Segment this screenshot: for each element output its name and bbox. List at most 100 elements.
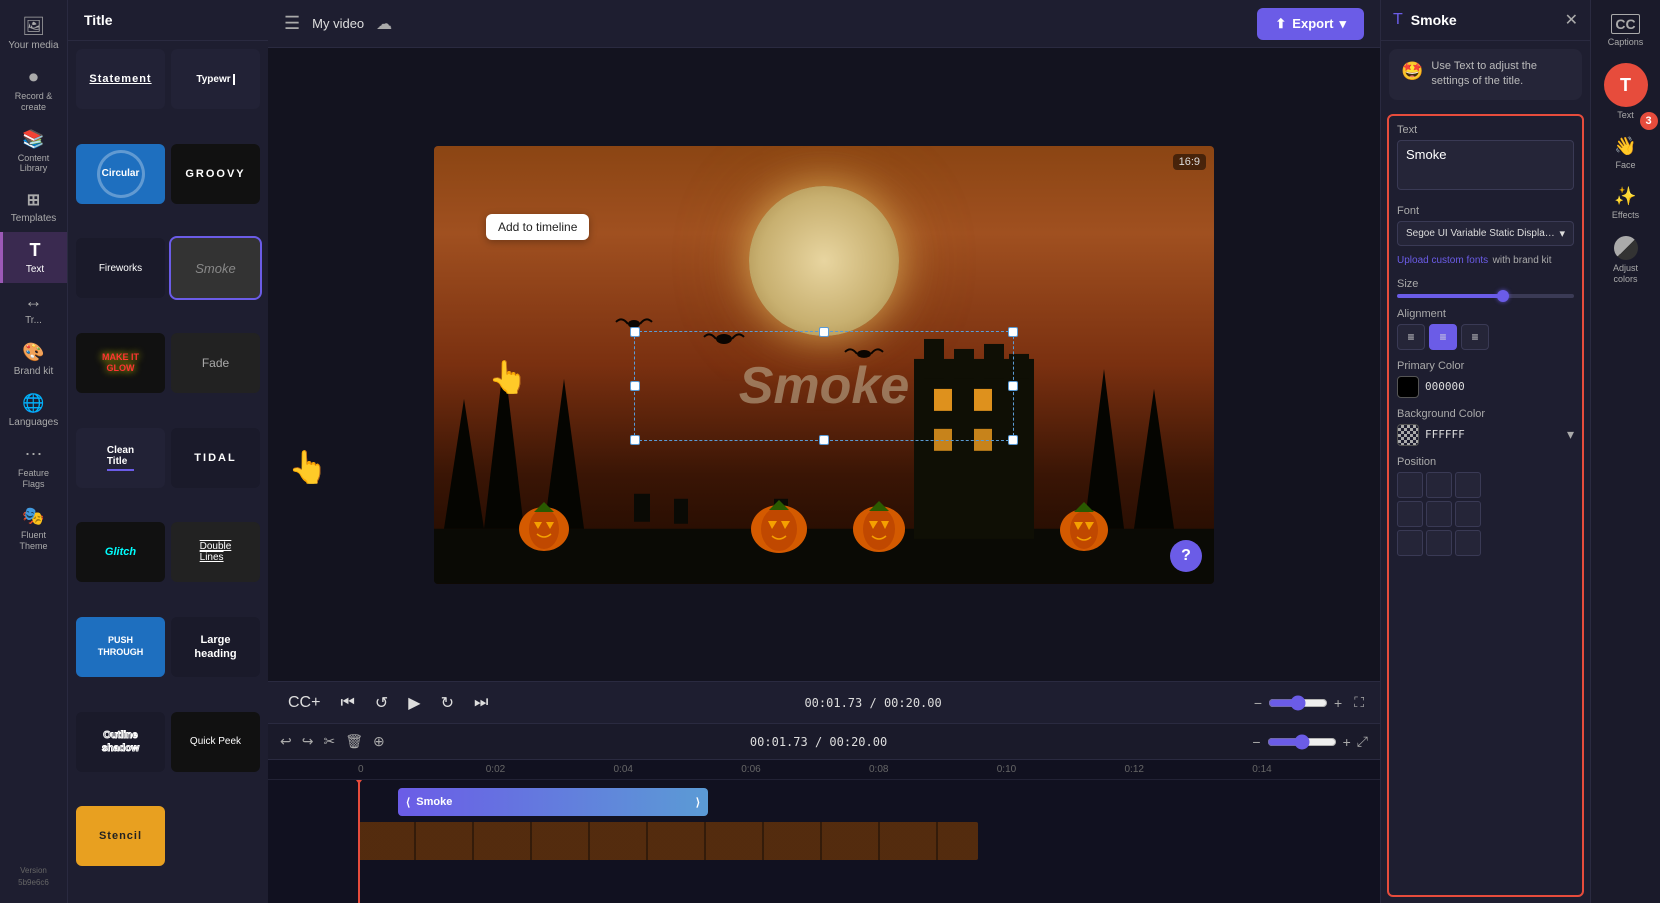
- timeline-toolbar: ↩ ↪ ✂ 🗑 ⊕ 00:01.73 / 00:20.00 − + ⤢: [268, 724, 1380, 760]
- sidebar-item-fluent-theme[interactable]: 🎭 FluentTheme: [0, 498, 67, 560]
- face-label: Face: [1615, 160, 1635, 170]
- bg-color-swatch[interactable]: [1397, 424, 1419, 446]
- record-create-icon: ⏺: [29, 67, 38, 88]
- timeline-zoom-slider[interactable]: [1267, 734, 1337, 750]
- upload-fonts-link[interactable]: Upload custom fonts: [1397, 255, 1488, 266]
- text-input[interactable]: Smoke: [1397, 140, 1574, 190]
- title-card-pushthrough[interactable]: PUSHTHROUGH: [76, 617, 165, 677]
- fast-forward-button[interactable]: ↻: [437, 689, 458, 717]
- cloud-save-icon[interactable]: ☁: [376, 14, 392, 34]
- title-card-makeitglow[interactable]: MAKE ITGLOW: [76, 333, 165, 393]
- sidebar-item-brand-kit[interactable]: 🎨 Brand kit: [0, 334, 67, 385]
- zoom-in-button[interactable]: +: [1334, 695, 1342, 711]
- sidebar-item-templates[interactable]: ⊞ Templates: [0, 182, 67, 232]
- ri-adjust-colors[interactable]: Adjustcolors: [1598, 230, 1654, 291]
- export-button[interactable]: ⬆ Export ▾: [1257, 8, 1364, 40]
- video-canvas[interactable]: Smoke 16:9 Add to timeline ?: [434, 146, 1214, 584]
- selection-handle-ml[interactable]: [630, 381, 640, 391]
- captions-label: Captions: [1608, 37, 1644, 47]
- pos-bot-center[interactable]: [1426, 530, 1452, 556]
- sidebar-item-record-create[interactable]: ⏺ Record & create: [0, 59, 67, 121]
- prop-title-text: Smoke: [1411, 12, 1457, 28]
- selection-handle-mr[interactable]: [1008, 381, 1018, 391]
- ri-captions[interactable]: CC Captions: [1598, 8, 1654, 53]
- play-pause-button[interactable]: ▶: [404, 689, 424, 717]
- zoom-out-button[interactable]: −: [1254, 695, 1262, 711]
- title-card-tidal[interactable]: TIDAL: [171, 428, 260, 488]
- title-card-smoke[interactable]: Smoke: [171, 238, 260, 298]
- undo-button[interactable]: ↩: [280, 733, 292, 750]
- sidebar-item-transitions[interactable]: ↔ Tr...: [0, 283, 67, 334]
- title-card-fade[interactable]: Fade: [171, 333, 260, 393]
- bg-color-expand[interactable]: ▾: [1567, 426, 1574, 443]
- align-right-button[interactable]: ≡: [1461, 324, 1489, 350]
- title-card-typewriter[interactable]: Typewr: [171, 49, 260, 109]
- font-selector[interactable]: Segoe UI Variable Static Display Semibol…: [1397, 221, 1574, 246]
- project-name[interactable]: My video: [312, 16, 364, 31]
- title-card-outlineshadow[interactable]: Outlineshadow: [76, 712, 165, 772]
- sidebar-item-text[interactable]: T Text: [0, 232, 67, 283]
- selection-handle-tl[interactable]: [630, 327, 640, 337]
- title-card-fireworks[interactable]: Fireworks: [76, 238, 165, 298]
- selection-handle-bc[interactable]: [819, 435, 829, 445]
- pos-top-right[interactable]: [1455, 472, 1481, 498]
- playhead[interactable]: [358, 780, 360, 903]
- skip-forward-button[interactable]: ⏭: [470, 690, 492, 716]
- selection-handle-tr[interactable]: [1008, 327, 1018, 337]
- align-center-button[interactable]: ≡: [1429, 324, 1457, 350]
- track-content-video[interactable]: [358, 822, 1380, 858]
- sidebar-item-content-library[interactable]: 📚 ContentLibrary: [0, 121, 67, 183]
- pos-bot-right[interactable]: [1455, 530, 1481, 556]
- adjust-colors-label: Adjustcolors: [1613, 263, 1638, 285]
- ri-face[interactable]: 👋 Face: [1598, 130, 1654, 176]
- selection-handle-br[interactable]: [1008, 435, 1018, 445]
- title-card-largeheading[interactable]: Largeheading: [171, 617, 260, 677]
- ri-text[interactable]: T Text 3: [1598, 57, 1654, 126]
- pos-bot-left[interactable]: [1397, 530, 1423, 556]
- title-card-circular[interactable]: Circular: [76, 144, 165, 204]
- sidebar-item-feature-flags[interactable]: ⋯ FeatureFlags: [0, 436, 67, 498]
- help-button[interactable]: ?: [1170, 540, 1202, 572]
- title-card-quickpeek[interactable]: Quick Peek: [171, 712, 260, 772]
- title-card-groovy[interactable]: GROOVY: [171, 144, 260, 204]
- timeline-expand[interactable]: ⤢: [1357, 733, 1368, 750]
- cc-button[interactable]: CC+: [284, 690, 324, 716]
- timeline-zoom-in[interactable]: +: [1343, 734, 1351, 750]
- track-content-text[interactable]: ⟨ Smoke ⟩: [358, 784, 1380, 820]
- sidebar-item-your-media[interactable]: 🖼 Your media: [0, 8, 67, 59]
- menu-icon[interactable]: ☰: [284, 13, 300, 34]
- fullscreen-button[interactable]: ⛶: [1354, 694, 1364, 711]
- track-row-video: [268, 822, 1380, 858]
- main-content: ☰ My video ☁ ⬆ Export ▾: [268, 0, 1380, 903]
- split-button[interactable]: ⊕: [373, 733, 385, 750]
- pos-top-center[interactable]: [1426, 472, 1452, 498]
- pos-top-left[interactable]: [1397, 472, 1423, 498]
- selection-handle-tc[interactable]: [819, 327, 829, 337]
- pos-mid-left[interactable]: [1397, 501, 1423, 527]
- sidebar-item-languages[interactable]: 🌐 Languages: [0, 385, 67, 436]
- redo-button[interactable]: ↪: [302, 733, 314, 750]
- title-card-glitch[interactable]: Glitch: [76, 522, 165, 582]
- prop-close-button[interactable]: ✕: [1565, 10, 1578, 30]
- title-card-stencil[interactable]: Stencil: [76, 806, 165, 866]
- title-card-doublelines[interactable]: DoubleLines: [171, 522, 260, 582]
- primary-color-swatch[interactable]: [1397, 376, 1419, 398]
- size-slider[interactable]: [1397, 294, 1574, 298]
- pos-mid-right[interactable]: [1455, 501, 1481, 527]
- delete-button[interactable]: 🗑: [345, 733, 363, 750]
- text-selection-box[interactable]: Smoke: [634, 331, 1014, 441]
- title-grid: Statement Typewr Circular GROOVY Firewor…: [68, 41, 268, 903]
- timeline-zoom-out[interactable]: −: [1252, 734, 1260, 750]
- rewind-button[interactable]: ↺: [371, 689, 392, 717]
- pos-mid-center[interactable]: [1426, 501, 1452, 527]
- step-3-badge: 3: [1640, 112, 1658, 130]
- align-left-button[interactable]: ≡: [1397, 324, 1425, 350]
- cut-button[interactable]: ✂: [323, 733, 335, 750]
- zoom-slider[interactable]: [1268, 695, 1328, 711]
- title-card-statement[interactable]: Statement: [76, 49, 165, 109]
- title-card-cleantitle[interactable]: CleanTitle: [76, 428, 165, 488]
- ri-effects[interactable]: ✨ Effects: [1598, 180, 1654, 226]
- selection-handle-bl[interactable]: [630, 435, 640, 445]
- skip-back-button[interactable]: ⏮: [336, 690, 358, 716]
- smoke-clip[interactable]: ⟨ Smoke ⟩: [398, 788, 708, 816]
